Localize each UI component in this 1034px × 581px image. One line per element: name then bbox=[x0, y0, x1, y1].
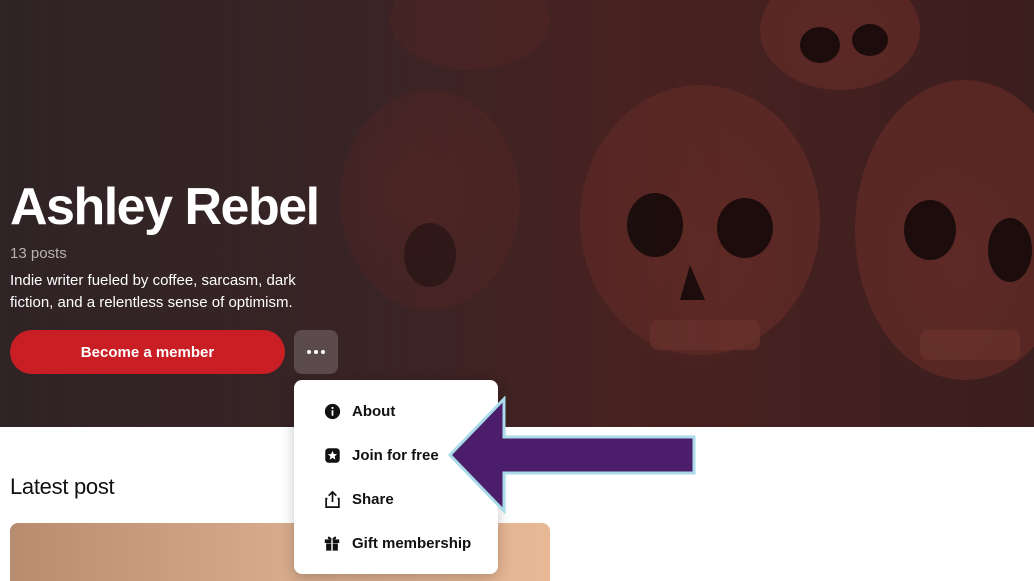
menu-item-label: Gift membership bbox=[352, 534, 472, 552]
latest-post-heading: Latest post bbox=[10, 474, 115, 499]
star-badge-icon bbox=[322, 445, 342, 465]
post-count: 13 posts bbox=[10, 245, 67, 262]
info-icon bbox=[322, 401, 342, 421]
creator-name: Ashley Rebel bbox=[10, 178, 320, 236]
menu-item-label: About bbox=[352, 402, 396, 420]
become-member-button[interactable]: Become a member bbox=[10, 330, 285, 374]
annotation-arrow bbox=[447, 396, 696, 514]
more-horizontal-icon bbox=[307, 350, 325, 354]
menu-item-label: Join for free bbox=[352, 446, 439, 464]
menu-item-gift-membership[interactable]: Gift membership bbox=[294, 521, 498, 565]
share-icon bbox=[322, 489, 342, 509]
more-options-button[interactable] bbox=[294, 330, 338, 374]
creator-tagline: Indie writer fueled by coffee, sarcasm, … bbox=[10, 272, 296, 311]
menu-item-label: Share bbox=[352, 490, 394, 508]
gift-icon bbox=[322, 533, 342, 553]
